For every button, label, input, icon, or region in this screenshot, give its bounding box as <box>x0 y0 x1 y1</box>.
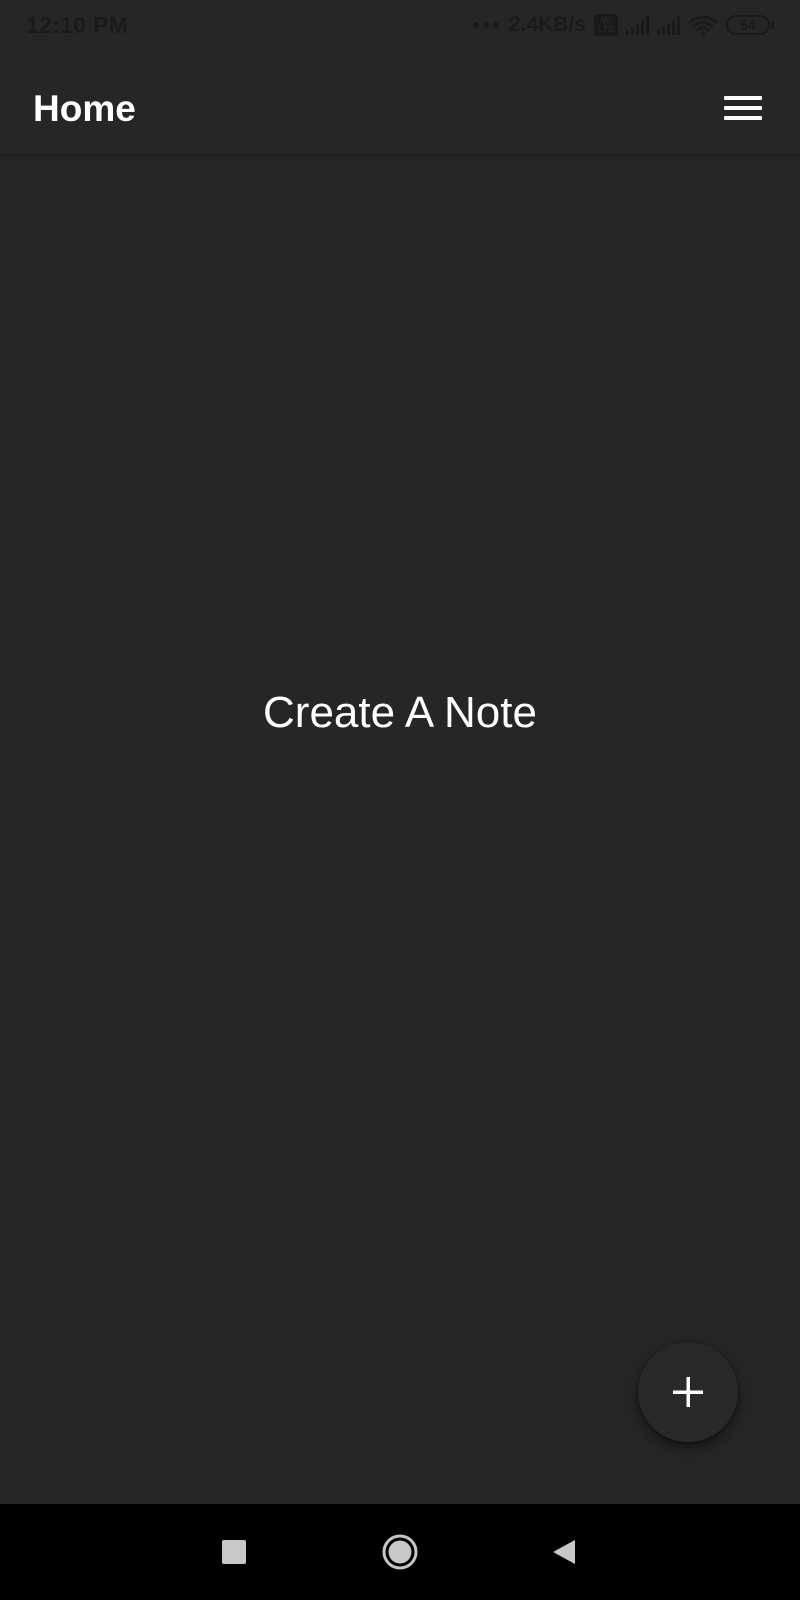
app-screen: 12:10 PM 2.4KB/s Vo LTE 54 Home Create A… <box>0 0 800 1600</box>
recents-button[interactable] <box>222 1540 246 1564</box>
plus-icon <box>673 1377 703 1407</box>
signal-icon <box>626 15 649 35</box>
system-nav-bar <box>0 1504 800 1600</box>
battery-level: 54 <box>726 15 770 35</box>
status-bar: 12:10 PM 2.4KB/s Vo LTE 54 <box>0 0 800 50</box>
wifi-icon <box>688 14 718 36</box>
page-title: Home <box>33 87 136 129</box>
empty-state-message: Create A Note <box>263 688 537 737</box>
hamburger-menu-icon[interactable] <box>724 92 762 124</box>
recents-square-icon <box>222 1540 246 1564</box>
volte-icon: Vo LTE <box>594 14 618 36</box>
app-bar: Home <box>0 62 800 154</box>
back-button[interactable] <box>551 1538 577 1566</box>
add-note-button[interactable] <box>638 1342 738 1442</box>
network-speed: 2.4KB/s <box>508 13 586 36</box>
back-triangle-icon <box>553 1540 575 1564</box>
status-time: 12:10 PM <box>26 11 129 38</box>
battery-icon: 54 <box>726 15 774 35</box>
status-indicators: 2.4KB/s Vo LTE 54 <box>472 13 774 37</box>
home-circle-icon <box>382 1534 418 1570</box>
signal-icon <box>657 15 680 35</box>
home-button[interactable] <box>381 1533 419 1571</box>
notification-dots-icon <box>472 22 499 28</box>
